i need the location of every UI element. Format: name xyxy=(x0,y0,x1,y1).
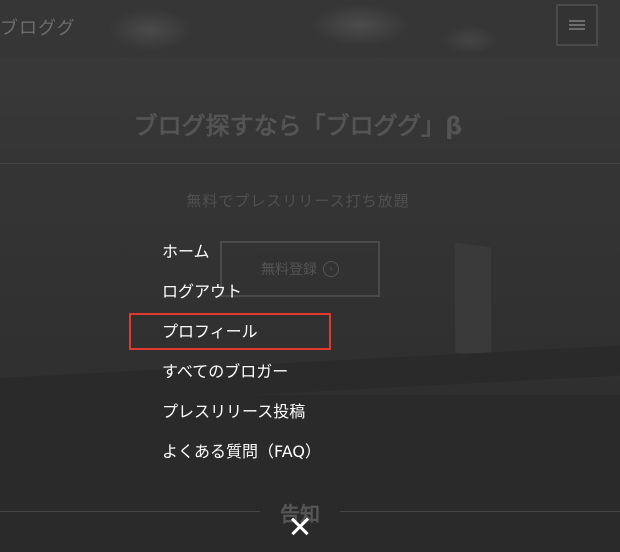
nav-item-home[interactable]: ホーム xyxy=(162,232,321,272)
menu-overlay: ホーム ログアウト プロフィール すべてのブロガー プレスリリース投稿 よくある… xyxy=(0,0,620,552)
nav-item-press-release-post[interactable]: プレスリリース投稿 xyxy=(162,392,321,432)
nav-item-logout[interactable]: ログアウト xyxy=(162,272,321,312)
highlight-box xyxy=(129,313,331,350)
nav-item-faq[interactable]: よくある質問（FAQ） xyxy=(162,432,321,472)
nav-item-all-bloggers[interactable]: すべてのブロガー xyxy=(162,352,321,392)
nav-menu: ホーム ログアウト プロフィール すべてのブロガー プレスリリース投稿 よくある… xyxy=(162,232,321,472)
close-button[interactable] xyxy=(287,513,313,539)
